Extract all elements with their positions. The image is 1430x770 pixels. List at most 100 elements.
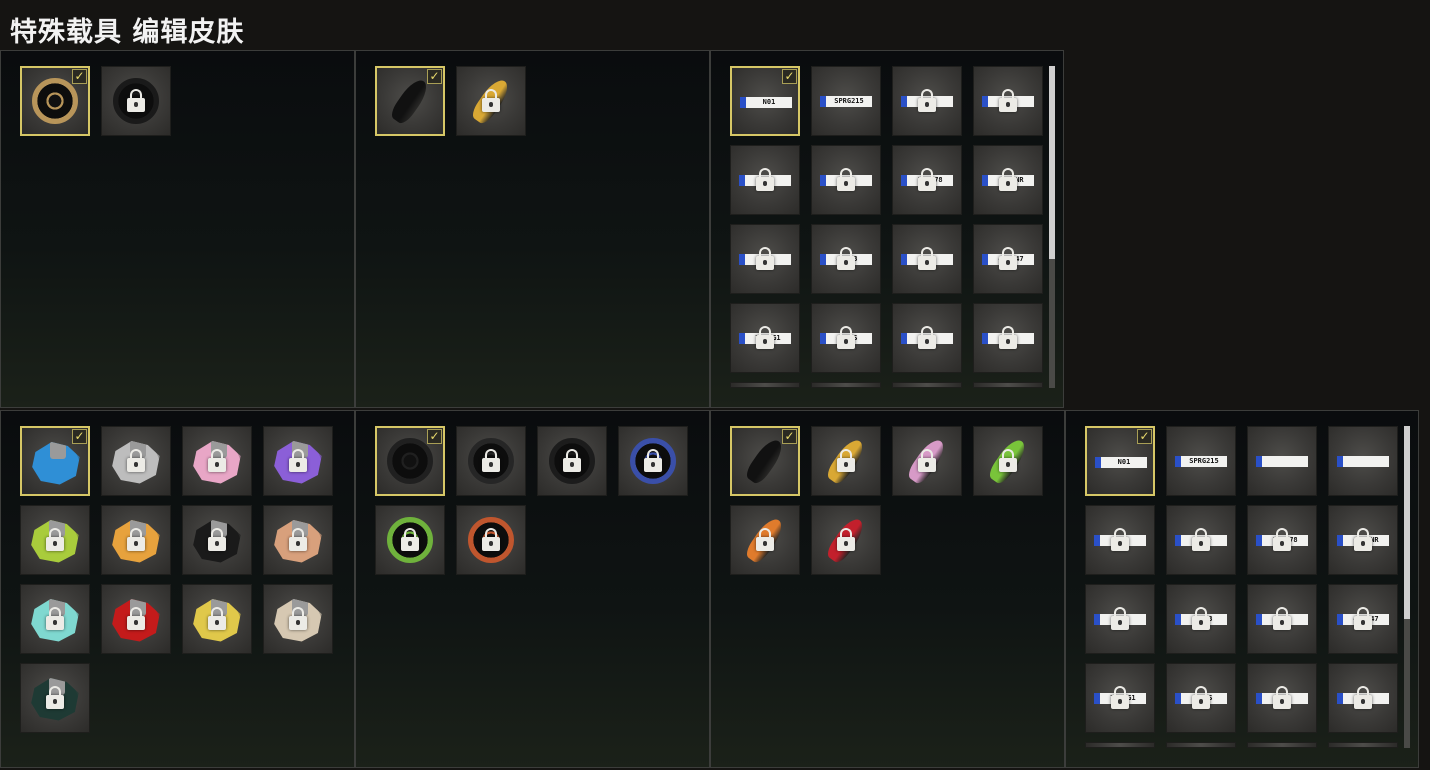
- skin-slot[interactable]: D: [730, 224, 800, 294]
- skin-slot[interactable]: [456, 505, 526, 575]
- skin-slot[interactable]: R N3: [1166, 584, 1236, 654]
- skin-slot[interactable]: G: [1328, 663, 1398, 733]
- skin-slot[interactable]: [1247, 426, 1317, 496]
- skin-slot[interactable]: [730, 505, 800, 575]
- skin-slot[interactable]: [182, 505, 252, 575]
- checkmark-icon: ✓: [1137, 429, 1152, 444]
- skin-slot[interactable]: [20, 505, 90, 575]
- skin-slot[interactable]: [20, 584, 90, 654]
- skin-slot[interactable]: [456, 66, 526, 136]
- skin-slot[interactable]: R N3: [811, 224, 881, 294]
- skin-slot[interactable]: D: [1085, 584, 1155, 654]
- skin-slot[interactable]: [892, 66, 962, 136]
- skin-slot-partial[interactable]: [730, 382, 800, 388]
- skin-slot-partial[interactable]: [1085, 742, 1155, 748]
- plate-skin-panel-bottom: N01 ✓ SPRG215 12 678CH DNR DR N3147 147 TY 0G…: [1065, 410, 1419, 768]
- lock-icon: [756, 528, 774, 551]
- lock-icon: [1354, 686, 1372, 709]
- skin-slot-partial[interactable]: [973, 382, 1043, 388]
- plate-panel-scroll-thumb[interactable]: [1049, 66, 1055, 259]
- lock-icon: [999, 326, 1017, 349]
- skin-slot[interactable]: [1166, 505, 1236, 575]
- skin-slot[interactable]: CH DNR: [1328, 505, 1398, 575]
- skin-slot[interactable]: [263, 505, 333, 575]
- skin-slot[interactable]: G: [973, 303, 1043, 373]
- skin-slot[interactable]: [456, 426, 526, 496]
- lock-icon: [999, 168, 1017, 191]
- lock-icon: [837, 247, 855, 270]
- license-plate-icon: SPRG215: [820, 96, 872, 107]
- skin-slot[interactable]: ✓: [730, 426, 800, 496]
- license-plate-icon: N01: [740, 97, 792, 108]
- skin-slot[interactable]: [101, 584, 171, 654]
- skin-slot[interactable]: C RS: [1166, 663, 1236, 733]
- lock-icon: [1192, 528, 1210, 551]
- skin-slot[interactable]: TY 0G1: [730, 303, 800, 373]
- lock-icon: [482, 528, 500, 551]
- skin-slot[interactable]: [375, 505, 445, 575]
- skin-slot-partial[interactable]: [892, 382, 962, 388]
- lock-icon: [46, 528, 64, 551]
- skin-slot-partial[interactable]: [1166, 742, 1236, 748]
- skin-slot[interactable]: 1: [892, 224, 962, 294]
- lock-icon: [563, 449, 581, 472]
- skin-slot[interactable]: ✓: [375, 426, 445, 496]
- skin-slot[interactable]: ✓: [375, 66, 445, 136]
- lock-icon: [289, 607, 307, 630]
- skin-slot[interactable]: ✓: [20, 426, 90, 496]
- paint-skin-grid: ✓: [20, 426, 333, 733]
- skin-slot[interactable]: 47 147: [973, 224, 1043, 294]
- skin-slot[interactable]: TY 0G1: [1085, 663, 1155, 733]
- skin-slot[interactable]: CH DNR: [973, 145, 1043, 215]
- skin-slot[interactable]: [973, 426, 1043, 496]
- lock-icon: [46, 686, 64, 709]
- skin-slot[interactable]: SPRG215: [1166, 426, 1236, 496]
- skin-slot[interactable]: [101, 505, 171, 575]
- skin-slot[interactable]: [182, 426, 252, 496]
- skin-slot[interactable]: [811, 145, 881, 215]
- skin-slot-partial[interactable]: [1247, 742, 1317, 748]
- skin-slot[interactable]: [20, 663, 90, 733]
- skin-slot[interactable]: SPRG215: [811, 66, 881, 136]
- skin-slot[interactable]: [1328, 426, 1398, 496]
- skin-slot[interactable]: 12 678: [892, 145, 962, 215]
- skin-slot[interactable]: [263, 584, 333, 654]
- skin-slot[interactable]: [537, 426, 607, 496]
- plate-panel-scrollbar[interactable]: [1404, 426, 1410, 748]
- lock-icon: [837, 528, 855, 551]
- skin-slot-partial[interactable]: [1328, 742, 1398, 748]
- skin-slot[interactable]: [1085, 505, 1155, 575]
- skin-slot[interactable]: N01 ✓: [1085, 426, 1155, 496]
- skin-slot[interactable]: [263, 426, 333, 496]
- skin-slot[interactable]: C RS: [811, 303, 881, 373]
- skin-slot[interactable]: [892, 303, 962, 373]
- skin-slot[interactable]: [182, 584, 252, 654]
- black-caliper-icon: [743, 435, 787, 487]
- lock-icon: [46, 607, 64, 630]
- lock-icon: [918, 89, 936, 112]
- skin-slot[interactable]: [811, 426, 881, 496]
- plate-panel-scroll-thumb[interactable]: [1404, 426, 1410, 619]
- lock-icon: [837, 326, 855, 349]
- skin-slot[interactable]: ✓: [20, 66, 90, 136]
- paint-skin-panel: ✓: [0, 410, 355, 768]
- plate-panel-scrollbar[interactable]: [1049, 66, 1055, 388]
- skin-slot-partial[interactable]: [811, 382, 881, 388]
- skin-slot[interactable]: N01 ✓: [730, 66, 800, 136]
- skin-slot[interactable]: 47 147: [1328, 584, 1398, 654]
- skin-slot[interactable]: [730, 145, 800, 215]
- skin-slot[interactable]: [811, 505, 881, 575]
- skin-slot[interactable]: [618, 426, 688, 496]
- checkmark-icon: ✓: [427, 429, 442, 444]
- lock-icon: [127, 89, 145, 112]
- skin-slot[interactable]: [892, 426, 962, 496]
- skin-slot[interactable]: [973, 66, 1043, 136]
- lock-icon: [1111, 607, 1129, 630]
- skin-slot[interactable]: 1: [1247, 584, 1317, 654]
- lock-icon: [918, 326, 936, 349]
- skin-slot[interactable]: [101, 426, 171, 496]
- lock-icon: [1354, 528, 1372, 551]
- skin-slot[interactable]: [101, 66, 171, 136]
- skin-slot[interactable]: 12 678: [1247, 505, 1317, 575]
- skin-slot[interactable]: [1247, 663, 1317, 733]
